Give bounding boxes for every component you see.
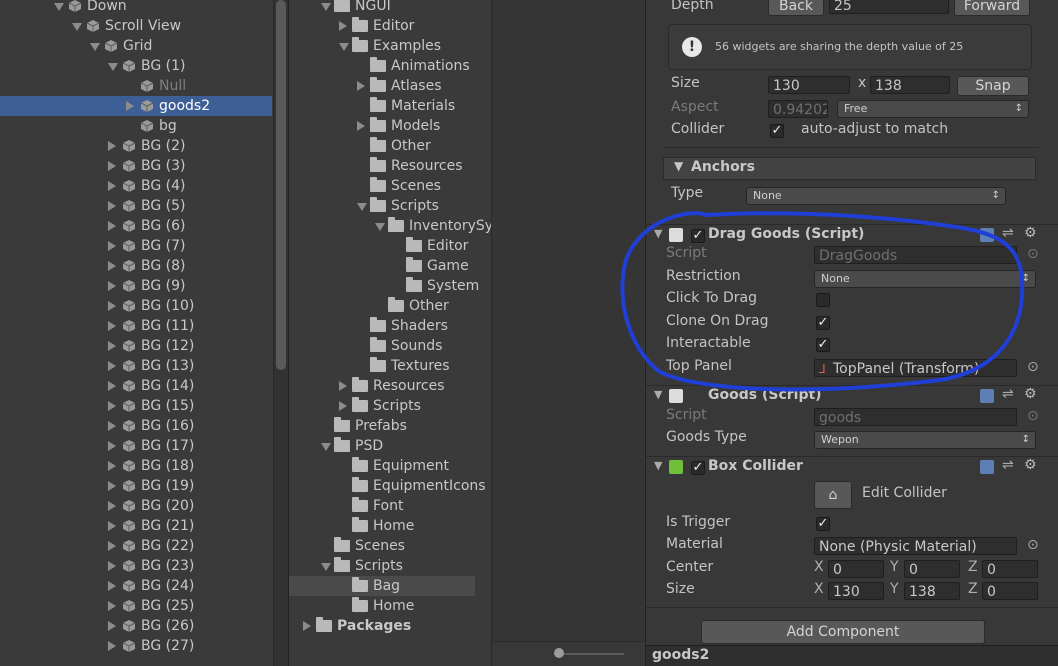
highlight-annotation — [620, 211, 1025, 392]
highlight-circle — [620, 211, 1025, 392]
